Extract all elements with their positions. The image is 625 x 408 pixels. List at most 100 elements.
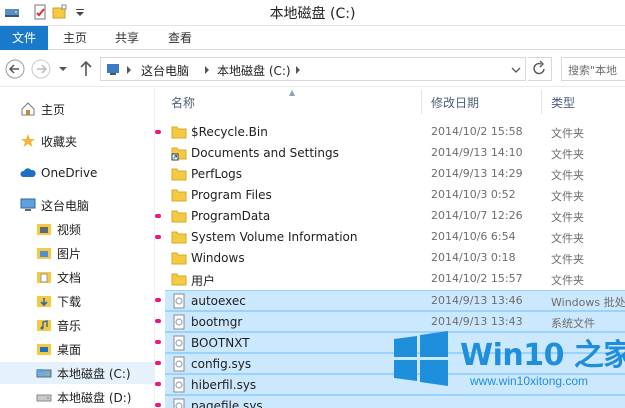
search-box[interactable]: 搜索"本地 <box>561 57 625 81</box>
file-row[interactable]: PerfLogs 2014/9/13 14:29 文件夹 <box>165 164 625 185</box>
sidebar-item-label: 音乐 <box>57 318 82 333</box>
file-row[interactable]: Windows 2014/10/3 0:18 文件夹 <box>165 248 625 269</box>
sidebar-item-desktop[interactable]: 桌面 <box>36 338 81 360</box>
downloads-folder-icon <box>37 296 51 307</box>
file-name: hiberfil.sys <box>191 378 257 392</box>
watermark-url: www.win10xitong.com <box>470 374 589 388</box>
file-row[interactable]: autoexec 2014/9/13 13:46 Windows 批处 <box>165 290 625 311</box>
breadcrumb-separator-icon[interactable] <box>126 66 132 74</box>
file-row[interactable]: System Volume Information 2014/10/6 6:54 文… <box>165 227 625 248</box>
breadcrumb-separator-icon[interactable] <box>295 66 301 74</box>
tab-home[interactable]: 主页 <box>52 26 98 50</box>
sidebar-item-music[interactable]: 音乐 <box>36 314 81 336</box>
file-type: 文件夹 <box>551 190 584 203</box>
pictures-folder-icon <box>37 248 51 259</box>
file-name: 用户 <box>191 274 216 288</box>
recent-locations-dropdown-icon[interactable] <box>58 65 68 73</box>
column-header-name[interactable]: 名称 <box>171 94 195 111</box>
sidebar-item-label: 本地磁盘 (C:) <box>57 366 131 381</box>
back-button[interactable] <box>4 58 26 80</box>
system-file-icon <box>173 293 185 309</box>
forward-button[interactable] <box>30 58 52 80</box>
file-modified-date: 2014/9/13 14:10 <box>431 146 523 159</box>
file-row[interactable]: ProgramData 2014/10/7 12:26 文件夹 <box>165 206 625 227</box>
sidebar-item-onedrive[interactable]: OneDrive <box>20 162 97 184</box>
sidebar-item-label: 这台电脑 <box>41 198 90 213</box>
breadcrumb-this-pc[interactable]: 这台电脑 <box>141 62 189 79</box>
annotation-marker <box>155 361 161 365</box>
annotation-marker <box>155 340 161 344</box>
sidebar-item-documents[interactable]: 文档 <box>36 266 81 288</box>
sidebar-item-label: 本地磁盘 (D:) <box>57 390 132 405</box>
address-dropdown-icon[interactable] <box>511 66 521 74</box>
desktop-folder-icon <box>37 344 51 355</box>
title-bar: 本地磁盘 (C:) <box>0 0 625 26</box>
file-type: 文件夹 <box>551 211 584 224</box>
column-header-type[interactable]: 类型 <box>551 94 575 111</box>
file-modified-date: 2014/10/2 15:58 <box>431 125 523 138</box>
file-name: autoexec <box>191 294 246 308</box>
folder-icon <box>171 252 187 265</box>
folder-icon <box>171 168 187 181</box>
file-type: 文件夹 <box>551 253 584 266</box>
file-name: $Recycle.Bin <box>191 125 268 139</box>
sidebar-item-label: 视频 <box>57 222 82 237</box>
sidebar-item-label: 文档 <box>57 270 82 285</box>
file-row[interactable]: 用户 2014/10/2 15:57 文件夹 <box>165 269 625 290</box>
file-type: 文件夹 <box>551 127 584 140</box>
annotation-marker <box>155 214 161 218</box>
file-modified-date: 2014/10/6 6:54 <box>431 230 516 243</box>
annotation-marker <box>155 235 161 239</box>
folder-shortcut-icon <box>171 147 187 161</box>
file-type: 文件夹 <box>551 232 584 245</box>
system-file-icon <box>173 314 185 330</box>
file-name: Program Files <box>191 188 272 202</box>
column-divider[interactable] <box>541 90 542 114</box>
annotation-marker <box>155 382 161 386</box>
sort-ascending-icon: ▲ <box>289 88 296 97</box>
system-file-icon <box>173 335 185 351</box>
sidebar-item-pictures[interactable]: 图片 <box>36 242 81 264</box>
sidebar-item-downloads[interactable]: 下载 <box>36 290 81 312</box>
system-file-icon <box>173 398 185 408</box>
column-header-date[interactable]: 修改日期 <box>431 94 479 111</box>
folder-icon <box>171 231 187 244</box>
file-row[interactable]: Program Files 2014/10/3 0:52 文件夹 <box>165 185 625 206</box>
sidebar-item-favorites[interactable]: 收藏夹 <box>20 130 77 152</box>
tab-file[interactable]: 文件 <box>0 26 48 50</box>
sidebar-item-local-disk-d[interactable]: 本地磁盘 (D:) <box>36 386 131 408</box>
sidebar-item-label: 收藏夹 <box>41 134 78 149</box>
file-name: bootmgr <box>191 315 243 329</box>
sidebar-item-label: 图片 <box>57 246 82 261</box>
folder-icon <box>171 126 187 139</box>
file-row[interactable]: $Recycle.Bin 2014/10/2 15:58 文件夹 <box>165 122 625 143</box>
file-type: 文件夹 <box>551 274 584 287</box>
tab-view[interactable]: 查看 <box>157 26 203 50</box>
annotation-marker <box>155 319 161 323</box>
file-name: BOOTNXT <box>191 336 250 350</box>
refresh-button[interactable] <box>528 57 552 81</box>
sidebar-item-home[interactable]: 主页 <box>20 98 65 120</box>
sidebar-item-label: 桌面 <box>57 342 82 357</box>
music-folder-icon <box>37 320 51 331</box>
watermark: Win10 之家 www.win10xitong.com <box>386 322 625 408</box>
file-row[interactable]: Documents and Settings 2014/9/13 14:10 文件夹 <box>165 143 625 164</box>
breadcrumb-local-disk-c[interactable]: 本地磁盘 (C:) <box>217 62 291 79</box>
sidebar-item-videos[interactable]: 视频 <box>36 218 81 240</box>
back-arrow-icon <box>5 59 25 79</box>
sidebar-item-this-pc[interactable]: 这台电脑 <box>20 194 89 216</box>
sidebar-item-local-disk-c[interactable]: 本地磁盘 (C:) <box>0 362 154 384</box>
annotation-marker <box>155 403 161 407</box>
search-placeholder: 搜索"本地 <box>568 64 618 77</box>
folder-icon <box>171 210 187 223</box>
file-name: Windows <box>191 251 245 265</box>
home-icon <box>21 102 35 116</box>
address-bar[interactable]: 这台电脑 本地磁盘 (C:) <box>100 57 526 81</box>
up-arrow-icon[interactable] <box>78 60 94 78</box>
tab-share[interactable]: 共享 <box>104 26 150 50</box>
file-name: System Volume Information <box>191 230 358 244</box>
star-icon <box>21 134 35 147</box>
column-divider[interactable] <box>421 90 422 114</box>
breadcrumb-separator-icon[interactable] <box>204 66 210 74</box>
file-modified-date: 2014/9/13 14:29 <box>431 167 523 180</box>
